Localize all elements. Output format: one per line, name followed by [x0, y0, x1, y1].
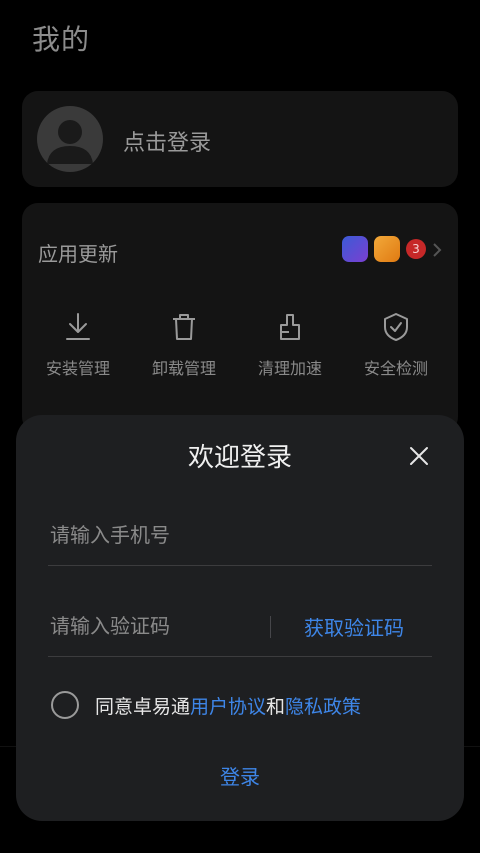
phone-field: [48, 505, 432, 566]
app-update-label[interactable]: 应用更新: [38, 238, 118, 267]
close-icon[interactable]: [408, 445, 430, 467]
shield-check-icon: [384, 313, 408, 341]
tool-clean-boost[interactable]: 清理加速: [238, 311, 342, 379]
agreement-text: 同意卓易通用户协议和隐私政策: [95, 692, 361, 719]
tools-card: 应用更新 3 安装管理 卸载管理 清理加速 安全检测: [22, 203, 458, 433]
agree-radio[interactable]: [51, 691, 79, 719]
user-icon: [47, 120, 93, 164]
sheet-title: 欢迎登录: [187, 443, 292, 473]
agreement-prefix: 同意卓易通: [95, 696, 191, 718]
tool-label: 卸载管理: [151, 359, 216, 378]
tool-install-manager[interactable]: 安装管理: [26, 311, 130, 379]
privacy-policy-link[interactable]: 隐私政策: [285, 696, 361, 718]
game-app-icon: [342, 236, 368, 262]
code-field: 获取验证码: [48, 596, 432, 657]
tool-label: 清理加速: [257, 359, 322, 378]
field-divider: [270, 616, 271, 638]
avatar[interactable]: [37, 106, 103, 172]
tool-security-check[interactable]: 安全检测: [344, 311, 448, 379]
get-code-button[interactable]: 获取验证码: [304, 612, 404, 641]
profile-card[interactable]: 点击登录: [22, 91, 458, 187]
tool-uninstall-manager[interactable]: 卸载管理: [132, 311, 236, 379]
tool-label: 安全检测: [363, 359, 428, 378]
app-update-summary[interactable]: 3: [322, 236, 442, 264]
page-title: 我的: [32, 23, 91, 56]
cat-app-icon: [374, 236, 400, 262]
agreement-and: 和: [266, 696, 286, 718]
chevron-right-icon: [433, 243, 442, 257]
login-button[interactable]: 登录: [16, 761, 464, 790]
verification-code-input[interactable]: [50, 608, 260, 644]
trash-icon: [173, 314, 195, 340]
tool-label: 安装管理: [45, 359, 110, 378]
phone-input[interactable]: [50, 517, 420, 553]
user-agreement-link[interactable]: 用户协议: [190, 696, 266, 718]
download-icon: [66, 313, 90, 340]
brush-icon: [280, 314, 300, 340]
login-sheet: 欢迎登录 获取验证码 同意卓易通用户协议和隐私政策 登录: [16, 415, 464, 821]
login-prompt[interactable]: 点击登录: [123, 125, 211, 157]
update-count-badge: 3: [406, 239, 426, 259]
